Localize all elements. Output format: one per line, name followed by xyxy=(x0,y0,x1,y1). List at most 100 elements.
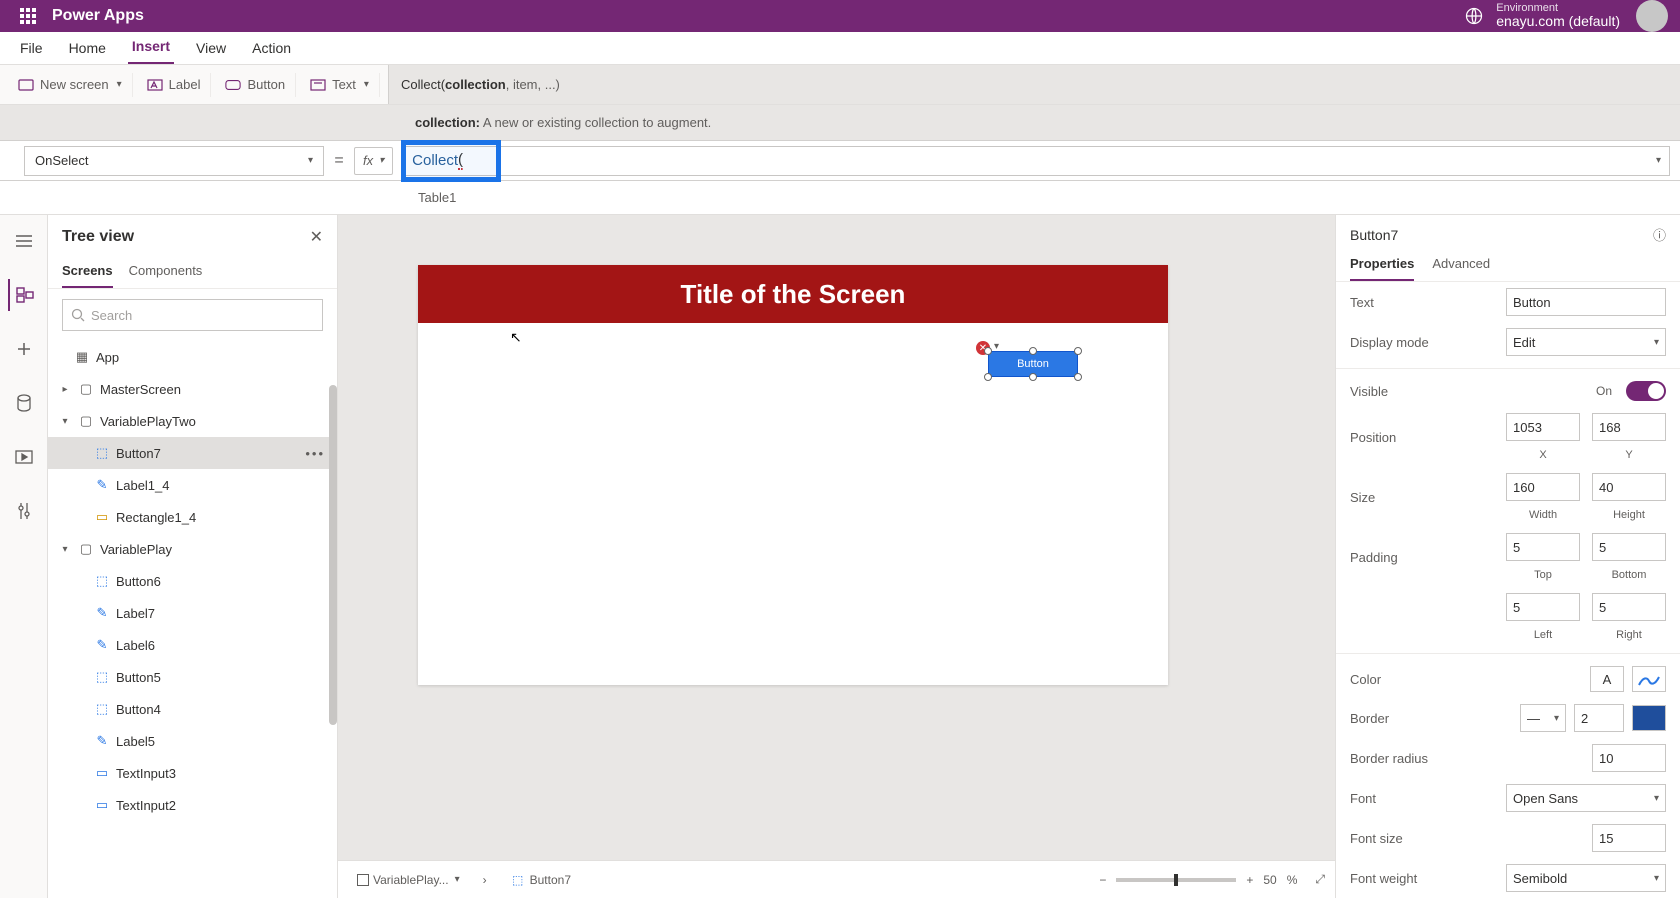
chevron-down-icon: ▾ xyxy=(379,155,384,166)
formula-suggestion[interactable]: Table1 xyxy=(418,190,456,205)
property-selector[interactable]: OnSelect ▾ xyxy=(24,146,324,176)
tree-scrollbar[interactable] xyxy=(329,385,337,725)
environment-picker[interactable]: Environment enayu.com (default) xyxy=(1462,2,1620,29)
prop-font-weight-select[interactable]: Semibold▾ xyxy=(1506,864,1666,892)
prop-pad-right-input[interactable]: 5 xyxy=(1592,593,1666,621)
collapse-icon[interactable]: ▾ xyxy=(58,416,72,427)
rail-data[interactable] xyxy=(8,387,40,419)
zoom-out-button[interactable]: − xyxy=(1099,873,1106,887)
formula-input[interactable]: Collect( ▾ xyxy=(403,146,1670,176)
prop-pos-x-input[interactable]: 1053 xyxy=(1506,413,1580,441)
prop-fill-color-button[interactable] xyxy=(1632,666,1666,692)
prop-pos-y-input[interactable]: 168 xyxy=(1592,413,1666,441)
tree-node-variableplay[interactable]: ▾▢VariablePlay xyxy=(48,533,337,565)
menu-action[interactable]: Action xyxy=(248,34,295,64)
prop-height-input[interactable]: 40 xyxy=(1592,473,1666,501)
prop-pad-left-input[interactable]: 5 xyxy=(1506,593,1580,621)
tree-search-input[interactable]: Search xyxy=(62,299,323,331)
tree-node-textinput3[interactable]: ▭TextInput3 xyxy=(48,757,337,789)
expand-icon[interactable]: ▸ xyxy=(58,384,72,395)
menu-file[interactable]: File xyxy=(16,34,47,64)
zoom-slider[interactable] xyxy=(1116,878,1236,882)
tab-advanced[interactable]: Advanced xyxy=(1432,250,1490,281)
breadcrumb-screen[interactable]: VariablePlay...▾ xyxy=(348,870,469,890)
menu-view[interactable]: View xyxy=(192,34,230,64)
button-icon xyxy=(225,77,241,93)
label-icon xyxy=(147,77,163,93)
rail-advanced-tools[interactable] xyxy=(8,495,40,527)
tab-components[interactable]: Components xyxy=(129,257,203,288)
tree-node-app[interactable]: ▦App xyxy=(48,341,337,373)
button-control-icon: ⬚ xyxy=(94,573,110,589)
tree-node-label5[interactable]: ✎Label5 xyxy=(48,725,337,757)
sublabel-left: Left xyxy=(1534,629,1552,641)
help-icon[interactable]: ⓘ xyxy=(1653,225,1666,244)
zoom-in-button[interactable]: + xyxy=(1246,873,1253,887)
rail-hamburger[interactable] xyxy=(8,225,40,257)
tree-node-button5[interactable]: ⬚Button5 xyxy=(48,661,337,693)
sublabel-x: X xyxy=(1539,449,1546,461)
rail-tree-view[interactable] xyxy=(8,279,40,311)
insert-button-text: Button xyxy=(247,77,285,92)
breadcrumb-control[interactable]: ⬚Button7 xyxy=(501,869,580,891)
tab-screens[interactable]: Screens xyxy=(62,257,113,288)
chevron-down-icon[interactable]: ▾ xyxy=(994,341,999,352)
new-screen-button[interactable]: New screen ▾ xyxy=(8,73,133,97)
artboard[interactable]: Title of the Screen ↖ Button ✕ ▾ xyxy=(418,265,1168,685)
prop-visible-toggle[interactable] xyxy=(1626,381,1666,401)
resize-handle[interactable] xyxy=(1029,347,1037,355)
fit-screen-icon[interactable]: ⤢ xyxy=(1315,872,1325,887)
menu-home[interactable]: Home xyxy=(65,34,110,64)
prop-font-select[interactable]: Open Sans▾ xyxy=(1506,784,1666,812)
resize-handle[interactable] xyxy=(984,373,992,381)
prop-text-input[interactable]: Button xyxy=(1506,288,1666,316)
resize-handle[interactable] xyxy=(1074,347,1082,355)
screen-title-bar: Title of the Screen xyxy=(418,265,1168,323)
tab-properties[interactable]: Properties xyxy=(1350,250,1414,281)
sublabel-top: Top xyxy=(1534,569,1552,581)
insert-button-button[interactable]: Button xyxy=(215,73,296,97)
prop-border-color-button[interactable] xyxy=(1632,705,1666,731)
collapse-icon[interactable]: ▾ xyxy=(58,544,72,555)
user-avatar[interactable] xyxy=(1636,0,1668,32)
tree-node-masterscreen[interactable]: ▸▢MasterScreen xyxy=(48,373,337,405)
prop-border-width-input[interactable]: 2 xyxy=(1574,704,1624,732)
tree-node-label6[interactable]: ✎Label6 xyxy=(48,629,337,661)
formula-signature: Collect(collection, item, ...) xyxy=(388,65,1680,104)
fx-button[interactable]: fx ▾ xyxy=(354,147,393,175)
close-icon[interactable]: ✕ xyxy=(310,227,323,247)
property-selector-value: OnSelect xyxy=(35,153,88,168)
zoom-value: 50 xyxy=(1263,873,1276,887)
menu-insert[interactable]: Insert xyxy=(128,32,174,64)
tree-node-button6[interactable]: ⬚Button6 xyxy=(48,565,337,597)
prop-displaymode-select[interactable]: Edit▾ xyxy=(1506,328,1666,356)
environment-name: enayu.com (default) xyxy=(1496,14,1620,29)
zoom-thumb[interactable] xyxy=(1174,874,1178,886)
rail-insert[interactable] xyxy=(8,333,40,365)
insert-label-button[interactable]: Label xyxy=(137,73,212,97)
prop-font-color-button[interactable]: A xyxy=(1590,666,1624,692)
tree-node-button7[interactable]: ⬚Button7••• xyxy=(48,437,337,469)
tree-node-button4[interactable]: ⬚Button4 xyxy=(48,693,337,725)
resize-handle[interactable] xyxy=(984,347,992,355)
rail-media[interactable] xyxy=(8,441,40,473)
waffle-icon[interactable] xyxy=(12,0,44,32)
prop-border-radius-input[interactable]: 10 xyxy=(1592,744,1666,772)
resize-handle[interactable] xyxy=(1029,373,1037,381)
prop-label-text: Text xyxy=(1350,295,1498,310)
prop-pad-top-input[interactable]: 5 xyxy=(1506,533,1580,561)
tree-node-label7[interactable]: ✎Label7 xyxy=(48,597,337,629)
prop-width-input[interactable]: 160 xyxy=(1506,473,1580,501)
prop-font-size-input[interactable]: 15 xyxy=(1592,824,1666,852)
insert-text-button[interactable]: Text ▾ xyxy=(300,73,380,97)
tree-node-label1-4[interactable]: ✎Label1_4 xyxy=(48,469,337,501)
tree-node-textinput2[interactable]: ▭TextInput2 xyxy=(48,789,337,821)
prop-border-style-select[interactable]: —▾ xyxy=(1520,704,1566,732)
tree-node-variableplaytwo[interactable]: ▾▢VariablePlayTwo xyxy=(48,405,337,437)
tree-node-rectangle1-4[interactable]: ▭Rectangle1_4 xyxy=(48,501,337,533)
chevron-down-icon[interactable]: ▾ xyxy=(1656,155,1661,166)
canvas-stage[interactable]: Title of the Screen ↖ Button ✕ ▾ xyxy=(338,215,1335,860)
resize-handle[interactable] xyxy=(1074,373,1082,381)
prop-pad-bottom-input[interactable]: 5 xyxy=(1592,533,1666,561)
more-icon[interactable]: ••• xyxy=(305,446,325,461)
